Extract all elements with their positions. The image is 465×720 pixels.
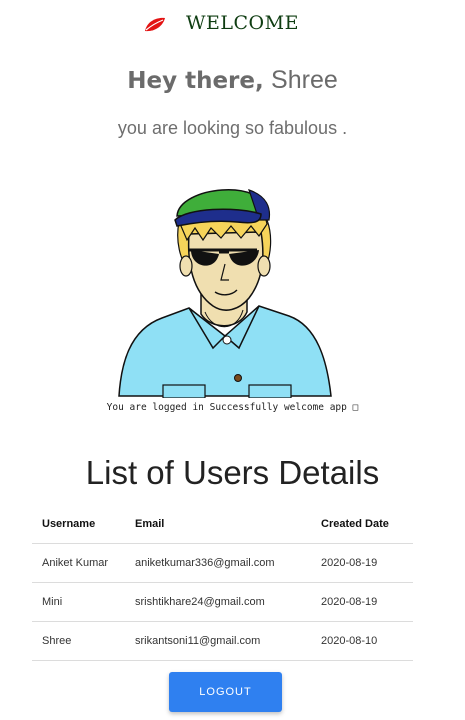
user-name: Shree <box>271 66 338 94</box>
greeting-heading: Hey there, Shree <box>0 66 465 95</box>
cell-email: srikantsoni11@gmail.com <box>125 621 311 661</box>
brand-title: WELCOME <box>186 12 299 34</box>
cell-username: Shree <box>32 621 125 661</box>
cell-email: aniketkumar336@gmail.com <box>125 543 311 583</box>
cartoon-man-avatar <box>118 189 332 398</box>
cell-created-date: 2020-08-10 <box>311 621 413 661</box>
column-header-email: Email <box>125 505 311 544</box>
login-status-text: You are logged in Successfully welcome a… <box>106 402 359 413</box>
users-section-title: List of Users Details <box>85 454 380 491</box>
app-header: WELCOME <box>0 12 465 38</box>
column-header-created-date: Created Date <box>311 505 413 544</box>
table-header-row: Username Email Created Date <box>32 505 413 544</box>
cell-username: Mini <box>32 582 125 622</box>
users-table: Username Email Created Date Aniket Kumar… <box>32 505 413 661</box>
logout-button[interactable]: LOGOUT <box>169 672 282 712</box>
column-header-username: Username <box>32 505 125 544</box>
table-row: Shree srikantsoni11@gmail.com 2020-08-10 <box>32 621 413 661</box>
leaf-icon <box>145 17 165 32</box>
table-row: Aniket Kumar aniketkumar336@gmail.com 20… <box>32 543 413 583</box>
greeting-prefix: Hey there, <box>127 68 264 94</box>
cell-created-date: 2020-08-19 <box>311 582 413 622</box>
compliment-text: you are looking so fabulous . <box>117 118 348 138</box>
cell-username: Aniket Kumar <box>32 543 125 583</box>
cell-email: srishtikhare24@gmail.com <box>125 582 311 622</box>
cell-created-date: 2020-08-19 <box>311 543 413 583</box>
table-row: Mini srishtikhare24@gmail.com 2020-08-19 <box>32 582 413 622</box>
